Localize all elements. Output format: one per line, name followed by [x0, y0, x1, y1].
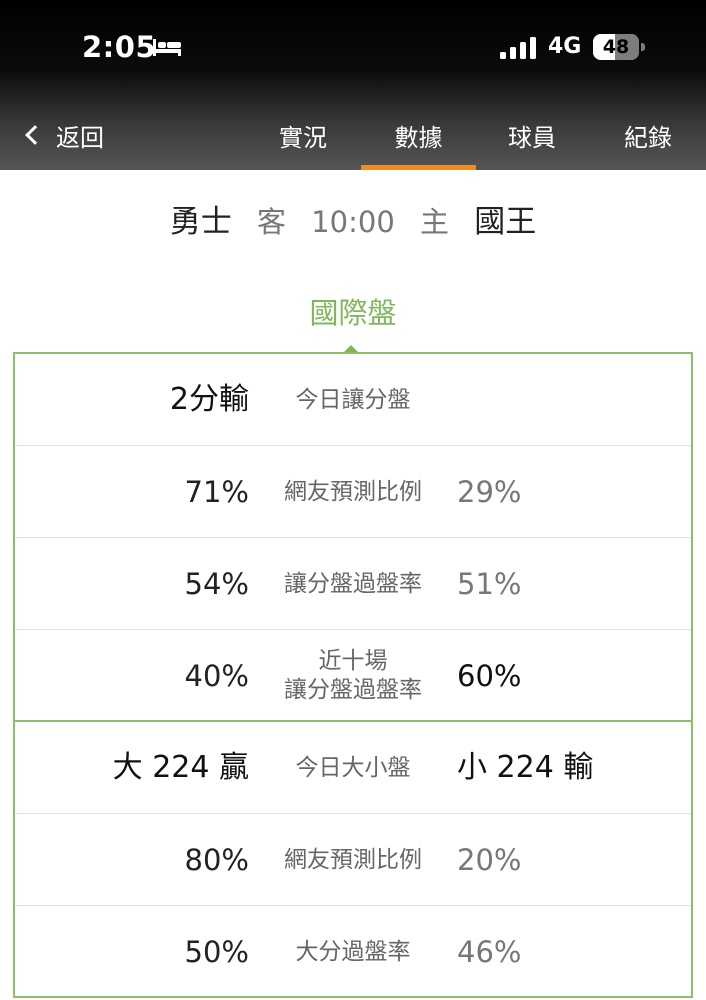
right-value: 29% [457, 475, 522, 509]
tab-label: 球員 [508, 124, 556, 152]
table-row: 大 224 贏 今日大小盤 小 224 輸 [15, 722, 691, 814]
home-tag: 主 [420, 205, 450, 239]
table-row: 71% 網友預測比例 29% [15, 446, 691, 538]
row-label: 今日大小盤 [253, 722, 453, 814]
game-time: 10:00 [311, 205, 395, 239]
battery-percent: 48 [602, 36, 630, 58]
right-value: 60% [457, 659, 522, 693]
home-team: 國王 [474, 204, 537, 240]
back-button[interactable]: 返回 [24, 118, 104, 152]
left-value: 40% [184, 659, 249, 693]
signal-icon [500, 37, 536, 59]
back-label: 返回 [56, 123, 104, 152]
battery-icon: 48 [593, 34, 645, 60]
table-row: 50% 大分過盤率 46% [15, 906, 691, 998]
bed-icon [153, 39, 181, 56]
row-label-text: 網友預測比例 [284, 478, 422, 505]
away-team: 勇士 [169, 204, 232, 240]
status-bar: 2:05 4G 48 [0, 0, 706, 100]
right-value: 20% [457, 843, 522, 877]
table-row: 2分輸 今日讓分盤 [15, 354, 691, 446]
network-type: 4G [548, 34, 582, 59]
row-label-text: 大分過盤率 [295, 938, 411, 965]
left-value: 54% [184, 567, 249, 601]
left-value: 71% [184, 475, 249, 509]
row-label-text: 讓分盤過盤率 [284, 570, 422, 597]
top-bar: 2:05 4G 48 返回 實況 數據 球員 紀錄 [0, 0, 706, 170]
row-label: 近十場 讓分盤過盤率 [253, 630, 453, 722]
row-label: 網友預測比例 [253, 446, 453, 538]
row-label-text: 網友預測比例 [284, 846, 422, 873]
status-time: 2:05 [82, 30, 157, 64]
tab-label: 實況 [279, 124, 327, 152]
chevron-left-icon [25, 125, 45, 145]
right-value: 小 224 輸 [457, 750, 594, 785]
right-value: 51% [457, 567, 522, 601]
row-label: 讓分盤過盤率 [253, 538, 453, 630]
table-row: 80% 網友預測比例 20% [15, 814, 691, 906]
row-label: 大分過盤率 [253, 906, 453, 998]
row-label: 今日讓分盤 [253, 354, 453, 446]
tab-live[interactable]: 實況 [270, 118, 336, 170]
left-value: 80% [184, 843, 249, 877]
table-row: 40% 近十場 讓分盤過盤率 60% [15, 630, 691, 722]
left-value: 50% [184, 935, 249, 969]
tab-players[interactable]: 球員 [499, 118, 565, 170]
tab-records[interactable]: 紀錄 [615, 118, 681, 170]
row-label: 網友預測比例 [253, 814, 453, 906]
right-value: 46% [457, 935, 522, 969]
battery-body: 48 [593, 34, 639, 60]
row-label-line2: 讓分盤過盤率 [284, 677, 422, 703]
tab-stats[interactable]: 數據 [361, 118, 476, 170]
left-value: 2分輸 [169, 382, 249, 417]
row-label-text: 今日讓分盤 [295, 386, 411, 413]
left-value: 大 224 贏 [112, 750, 249, 785]
table-row: 54% 讓分盤過盤率 51% [15, 538, 691, 630]
nav-bar: 返回 實況 數據 球員 紀錄 [0, 100, 706, 170]
tab-label: 紀錄 [624, 124, 672, 152]
away-tag: 客 [256, 205, 286, 239]
section-title: 國際盤 [309, 296, 397, 330]
battery-cap [641, 43, 645, 51]
active-tab-indicator [361, 165, 476, 170]
row-label-line1: 近十場 [318, 648, 388, 674]
row-label-text: 今日大小盤 [295, 754, 411, 781]
matchup-header: 勇士 客 10:00 主 國王 [0, 196, 706, 241]
odds-table: 2分輸 今日讓分盤 71% 網友預測比例 29% 54% 讓分盤過盤率 51% … [13, 352, 693, 998]
tab-label: 數據 [394, 124, 443, 152]
